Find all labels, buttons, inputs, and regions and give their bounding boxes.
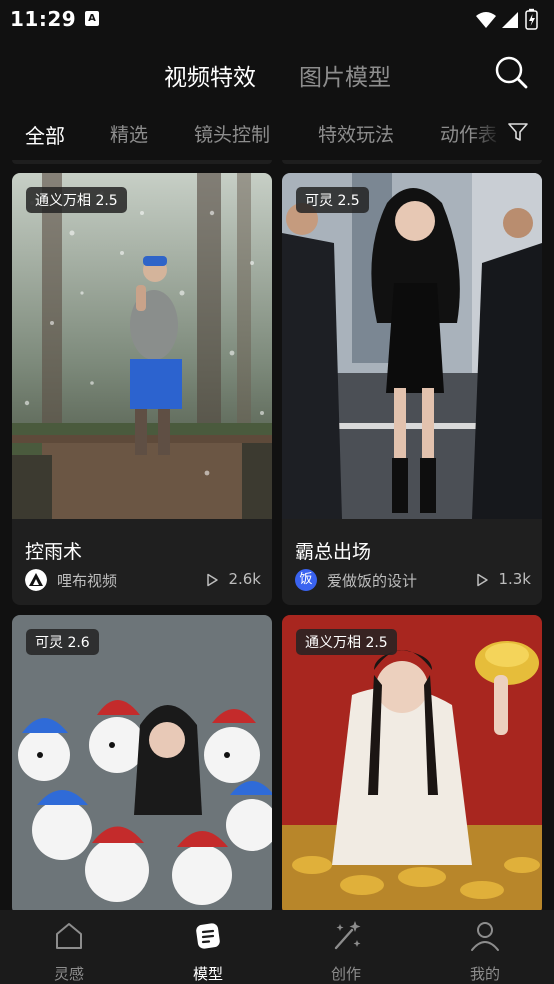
magic-wand-icon [334, 921, 361, 950]
previous-card-peek [282, 160, 542, 164]
author-avatar: 饭 [295, 569, 317, 591]
bottom-nav: 灵感 模型 创作 我的 [0, 910, 554, 984]
category-all[interactable]: 全部 [25, 120, 65, 149]
model-badge: 通义万相 2.5 [296, 629, 397, 655]
nav-profile[interactable]: 我的 [435, 910, 535, 984]
author-name[interactable]: 哩布视频 [57, 570, 117, 591]
model-icon [196, 923, 220, 949]
nav-label: 我的 [469, 965, 500, 983]
effect-card[interactable]: 可灵 2.6 [12, 615, 272, 910]
model-badge: 通义万相 2.5 [26, 187, 127, 213]
play-count-icon [477, 573, 488, 587]
previous-card-peek [12, 160, 272, 164]
category-effects-play[interactable]: 特效玩法 [318, 120, 394, 147]
category-featured[interactable]: 精选 [110, 120, 148, 147]
model-badge: 可灵 2.6 [26, 629, 99, 655]
play-count: 1.3k [498, 570, 531, 588]
card-title: 控雨术 [25, 541, 83, 563]
card-title: 霸总出场 [295, 541, 372, 563]
category-camera-control[interactable]: 镜头控制 [194, 120, 270, 147]
card-thumbnail: 通义万相 2.5 [282, 615, 542, 910]
play-count: 2.6k [228, 570, 261, 588]
nav-models[interactable]: 模型 [158, 910, 258, 984]
header: 视频特效 图片模型 [0, 38, 554, 108]
wifi-icon [476, 12, 496, 28]
card-grid[interactable]: 通义万相 2.5 控雨术 哩布视频 2.6k 可灵 2.5 霸总出场 饭 爱做饭… [0, 160, 554, 910]
nav-create[interactable]: 创作 [296, 910, 396, 984]
category-fade [470, 112, 508, 154]
effect-card[interactable]: 可灵 2.5 霸总出场 饭 爱做饭的设计 1.3k [282, 173, 542, 605]
status-icons [476, 8, 538, 30]
home-icon [56, 923, 82, 949]
category-bar: 全部 精选 镜头控制 特效玩法 动作表 [0, 112, 554, 154]
filter-icon[interactable] [506, 120, 530, 144]
author-name[interactable]: 爱做饭的设计 [327, 570, 417, 591]
app-notification-icon: A [85, 11, 99, 26]
effect-card[interactable]: 通义万相 2.5 [282, 615, 542, 910]
profile-icon [471, 922, 499, 951]
author-avatar [25, 569, 47, 591]
nav-label: 灵感 [53, 965, 84, 983]
card-thumbnail: 可灵 2.6 [12, 615, 272, 910]
nav-label: 创作 [330, 965, 361, 983]
model-badge: 可灵 2.5 [296, 187, 369, 213]
tab-video-effects[interactable]: 视频特效 [164, 58, 256, 92]
signal-icon [502, 12, 518, 28]
nav-label: 模型 [192, 965, 223, 983]
author-row: 哩布视频 2.6k [25, 569, 261, 591]
status-time: 11:29 [10, 7, 77, 31]
search-icon[interactable] [493, 54, 529, 90]
effect-card[interactable]: 通义万相 2.5 控雨术 哩布视频 2.6k [12, 173, 272, 605]
card-thumbnail: 可灵 2.5 [282, 173, 542, 519]
nav-inspiration[interactable]: 灵感 [19, 910, 119, 984]
author-row: 饭 爱做饭的设计 1.3k [295, 569, 531, 591]
play-count-icon [207, 573, 218, 587]
card-thumbnail: 通义万相 2.5 [12, 173, 272, 519]
tab-image-models[interactable]: 图片模型 [299, 58, 391, 92]
status-bar: 11:29 A [0, 0, 554, 38]
